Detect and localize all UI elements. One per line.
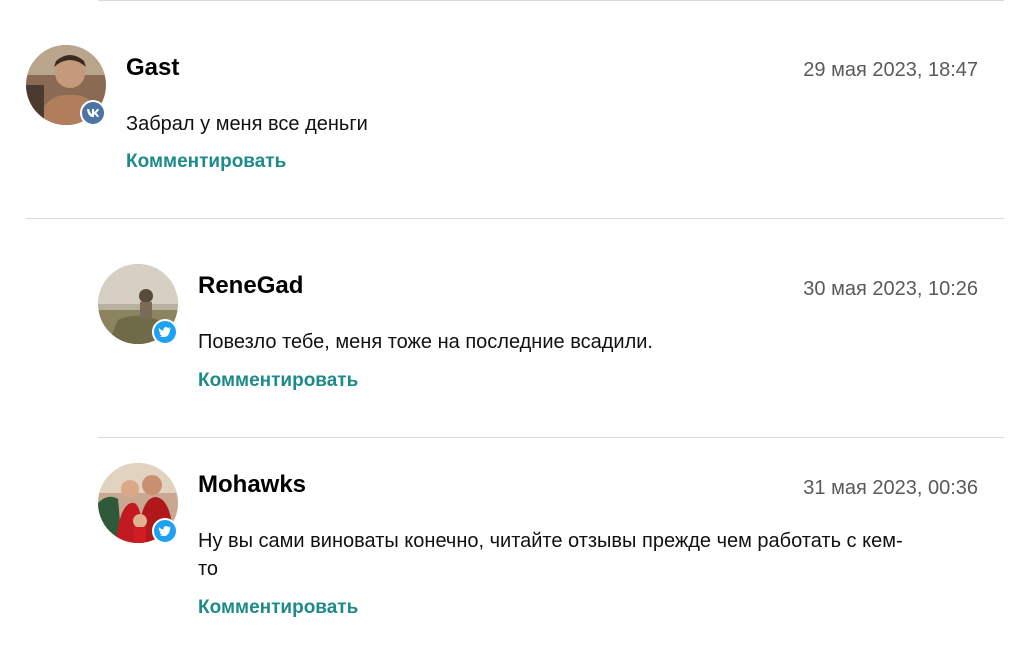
comment-date: 29 мая 2023, 18:47 [803,59,978,81]
comment-author: Gast [126,54,180,81]
comment-text: Повезло тебе, меня тоже на последние вса… [198,331,653,353]
comment-author: ReneGad [198,272,304,299]
comment-text: Ну вы сами виноваты конечно, читайте отз… [198,530,903,580]
comment-item: Mohawks 31 мая 2023, 00:36 Ну вы сами ви… [0,438,1024,648]
vk-icon [80,100,106,126]
twitter-icon [152,319,178,345]
comment-reply-link[interactable]: Комментировать [126,151,286,173]
comment-date: 30 мая 2023, 10:26 [803,278,978,300]
comment-author: Mohawks [198,471,307,498]
comment-text: Забрал у меня все деньги [126,113,368,135]
comment-reply-link[interactable]: Комментировать [198,597,358,619]
twitter-icon [152,518,178,544]
comment-item: Gast 29 мая 2023, 18:47 Забрал у меня вс… [0,0,1024,218]
comment-item: ReneGad 30 мая 2023, 10:26 Повезло тебе,… [0,219,1024,437]
comment-reply-link[interactable]: Комментировать [198,370,358,392]
comment-date: 31 мая 2023, 00:36 [803,477,978,499]
